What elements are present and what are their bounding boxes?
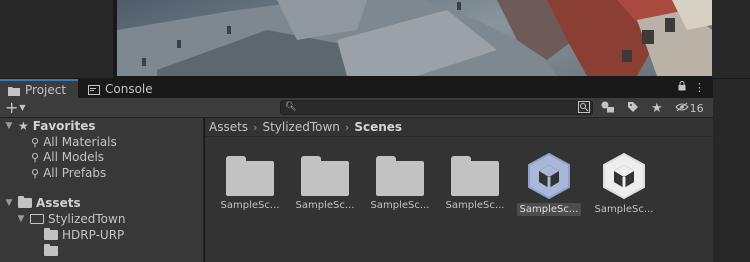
search-input[interactable]: [297, 101, 577, 114]
tab-project-label: Project: [25, 82, 67, 97]
chevron-right-icon: ›: [344, 120, 350, 134]
asset-item-scene[interactable]: SampleSc...: [515, 152, 583, 216]
asset-item-folder[interactable]: SampleSc...: [366, 152, 434, 212]
search-icon: ⚲: [31, 150, 40, 164]
search-icon: ⚲: [31, 135, 40, 149]
hierarchy-panel-edge: [0, 0, 113, 78]
asset-item-label: SampleSc...: [516, 203, 582, 216]
search-field[interactable]: 🔍︎: [280, 100, 593, 115]
tab-console[interactable]: Console: [80, 79, 160, 98]
asset-item-label: SampleSc...: [370, 200, 430, 211]
unity-scene-icon: [524, 152, 574, 200]
folder-icon: [44, 244, 58, 256]
asset-browser: Assets › StylizedTown › Scenes SampleSc.…: [205, 118, 713, 262]
asset-item-label: SampleSc...: [295, 200, 355, 211]
favorites-star-icon[interactable]: ★: [651, 101, 663, 116]
asset-item-folder[interactable]: SampleSc...: [216, 152, 284, 212]
expand-arrow-icon[interactable]: ▼: [4, 198, 14, 208]
scene-render: [117, 0, 712, 76]
tree-favorite-item[interactable]: ⚲ All Prefabs: [31, 165, 106, 181]
folder-icon: [44, 228, 58, 240]
asset-item-folder[interactable]: SampleSc...: [441, 152, 509, 212]
asset-item-folder[interactable]: SampleSc...: [291, 152, 359, 212]
project-toolbar: + ▼ 🔍︎ ★ 16: [0, 98, 713, 118]
breadcrumb-scenes[interactable]: Scenes: [354, 120, 402, 134]
unity-scene-icon: [599, 152, 649, 200]
folder-icon: [376, 156, 424, 196]
hdrp-label: HDRP-URP: [62, 228, 125, 242]
asset-item-scene[interactable]: SampleSc...: [590, 152, 658, 216]
eye-hidden-icon: [674, 102, 689, 115]
folder-icon: [8, 85, 20, 96]
favorites-label: Favorites: [32, 119, 96, 133]
search-icon: ⚲: [31, 166, 40, 180]
filter-by-label-icon[interactable]: [627, 101, 639, 116]
more-options-icon[interactable]: ⋮: [694, 81, 705, 94]
expand-arrow-icon[interactable]: ▼: [16, 214, 26, 224]
favorite-label: All Models: [43, 150, 105, 164]
lock-icon[interactable]: [678, 81, 686, 94]
breadcrumb-stylizedtown[interactable]: StylizedTown: [262, 120, 339, 134]
project-tabbar: Project Console ⋮: [0, 79, 713, 98]
scene-view-frame: [0, 0, 750, 78]
folder-open-icon: [30, 214, 44, 224]
plus-icon: +: [5, 98, 19, 117]
breadcrumb-assets[interactable]: Assets: [209, 120, 248, 134]
tree-favorites[interactable]: ▼ ★ Favorites: [4, 118, 96, 134]
breadcrumb: Assets › StylizedTown › Scenes: [205, 118, 713, 137]
create-button[interactable]: + ▼: [5, 98, 26, 117]
tree-favorite-item[interactable]: ⚲ All Models: [31, 149, 104, 165]
hidden-packages-toggle[interactable]: 16: [674, 101, 704, 115]
asset-item-label: SampleSc...: [220, 200, 280, 211]
expand-arrow-icon[interactable]: ▼: [4, 121, 14, 131]
filter-by-type-icon[interactable]: [601, 101, 615, 116]
tree-hdrp-urp[interactable]: HDRP-URP: [44, 227, 124, 243]
window-controls: ⋮: [678, 81, 705, 94]
folder-tree: ▼ ★ Favorites ⚲ All Materials ⚲ All Mode…: [0, 118, 204, 262]
tree-folder-partial[interactable]: [44, 243, 58, 259]
search-icon: 🔍︎: [285, 102, 297, 112]
asset-item-label: SampleSc...: [445, 200, 505, 211]
tree-stylizedtown[interactable]: ▼ StylizedTown: [16, 211, 126, 227]
chevron-right-icon: ›: [253, 120, 258, 134]
chevron-down-icon: ▼: [19, 103, 26, 112]
tab-console-label: Console: [105, 81, 153, 96]
folder-icon: [226, 156, 274, 196]
inspector-panel-edge: [712, 0, 750, 78]
console-icon: [88, 84, 100, 95]
tree-assets[interactable]: ▼ Assets: [4, 195, 81, 211]
favorite-label: All Materials: [43, 135, 117, 149]
inspector-panel-edge: [713, 79, 750, 262]
folder-icon: [301, 156, 349, 196]
asset-item-label: SampleSc...: [594, 204, 654, 215]
favorite-label: All Prefabs: [43, 166, 107, 180]
hidden-count: 16: [689, 101, 704, 115]
stylizedtown-label: StylizedTown: [48, 212, 126, 226]
filter-toolbar: ★ 16: [601, 99, 704, 117]
assets-label: Assets: [36, 196, 81, 210]
tab-project[interactable]: Project: [0, 79, 78, 98]
folder-icon: [18, 196, 32, 208]
search-by-type-icon[interactable]: [578, 101, 590, 116]
star-icon: ★: [18, 119, 29, 133]
tree-favorite-item[interactable]: ⚲ All Materials: [31, 134, 117, 150]
scene-viewport[interactable]: [117, 0, 712, 76]
folder-icon: [451, 156, 499, 196]
